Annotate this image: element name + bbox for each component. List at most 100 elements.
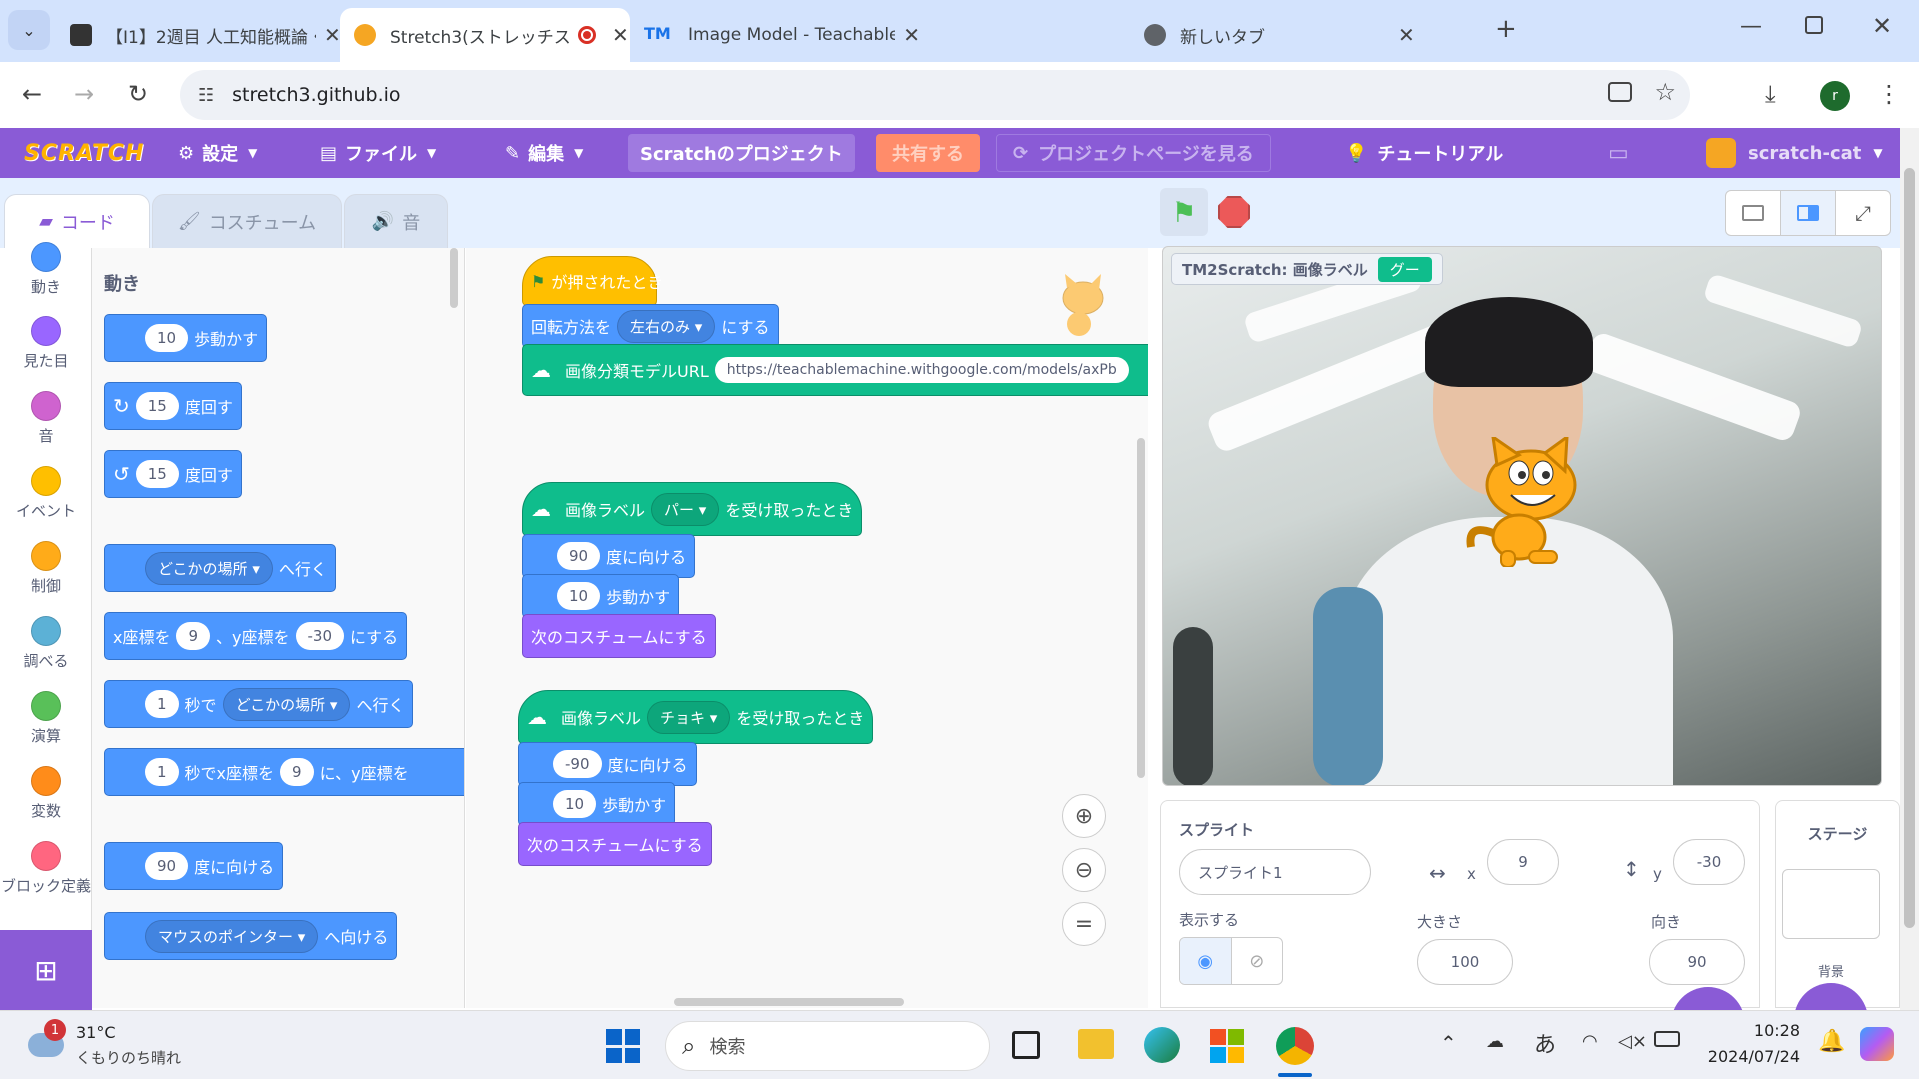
move-steps-block[interactable]: 10 歩動かす (104, 314, 268, 362)
edge-browser-icon[interactable] (1144, 1027, 1180, 1063)
workspace-horizontal-scrollbar[interactable] (674, 998, 904, 1006)
category-variables[interactable]: 変数 (0, 766, 92, 821)
script-workspace[interactable]: ⚑ が押されたとき 回転方法を 左右のみ ▾ にする ☁ 画像分類モデルURL https… (466, 248, 1148, 1008)
turn-right-block[interactable]: ↻ 15 度回す (104, 382, 242, 430)
glide-xy-block[interactable]: 1 秒でx座標を 9 に、y座標を (104, 748, 464, 796)
zoom-reset-icon[interactable]: = (1062, 902, 1106, 946)
clock-time[interactable]: 10:28 (1700, 1021, 1800, 1040)
profile-avatar[interactable]: r (1820, 81, 1850, 111)
file-explorer-icon[interactable] (1078, 1029, 1114, 1059)
point-towards-dropdown[interactable]: マウスのポインター ▾ (145, 919, 319, 953)
next-costume-block[interactable]: 次のコスチュームにする (522, 614, 716, 658)
category-operators[interactable]: 演算 (0, 691, 92, 746)
browser-tab-3[interactable]: TM Image Model - Teachable Mach ✕ (630, 8, 920, 62)
reload-icon[interactable]: ↻ (128, 80, 148, 108)
label-dropdown[interactable]: チョキ ▾ (647, 700, 731, 734)
size-input[interactable]: 100 (1417, 939, 1513, 985)
point-direction-block[interactable]: 90 度に向ける (104, 842, 284, 890)
y-input[interactable]: -30 (295, 622, 345, 650)
workspace-vertical-scrollbar[interactable] (1137, 438, 1145, 778)
site-settings-icon[interactable]: ☷ (198, 85, 214, 106)
stage-canvas[interactable]: TM2Scratch: 画像ラベル グー (1162, 246, 1882, 786)
label-dropdown[interactable]: パー ▾ (651, 492, 720, 526)
stop-sign-icon[interactable] (1218, 196, 1250, 228)
steps-input[interactable]: 10 (553, 790, 597, 818)
x-position-input[interactable]: 9 (1487, 839, 1559, 885)
tab-code[interactable]: ▰ コード (4, 194, 150, 248)
category-sensing[interactable]: 調べる (0, 616, 92, 671)
direction-input[interactable]: 90 (557, 542, 601, 570)
point-direction-block[interactable]: -90 度に向ける (518, 742, 697, 786)
restore-icon[interactable] (1805, 16, 1823, 34)
variable-monitor[interactable]: TM2Scratch: 画像ラベル グー (1171, 253, 1443, 285)
browser-tab-1[interactable]: 【I1】2週目 人工知能概論・機械学 ✕ (56, 8, 341, 62)
glide-dropdown[interactable]: どこかの場所 ▾ (222, 687, 351, 721)
chrome-taskbar-icon[interactable] (1276, 1027, 1314, 1065)
account-menu[interactable]: scratch-cat ▼ (1706, 128, 1883, 178)
browser-tab-4[interactable]: 新しいタブ ✕ (1130, 8, 1470, 62)
tutorials-button[interactable]: 💡 チュートリアル (1345, 128, 1503, 178)
settings-menu[interactable]: ⚙ 設定 ▼ (178, 128, 257, 178)
scratch-logo[interactable]: SCRATCH (24, 128, 144, 178)
project-page-button[interactable]: ⟳ プロジェクトページを見る (996, 134, 1271, 172)
goto-xy-block[interactable]: x座標を 9 、y座標を -30 にする (104, 612, 408, 660)
turn-left-block[interactable]: ↺ 15 度回す (104, 450, 242, 498)
normal-stage-button[interactable] (1781, 191, 1835, 235)
move-steps-block[interactable]: 10 歩動かす (522, 574, 680, 618)
palette-scrollbar[interactable] (450, 248, 458, 308)
direction-input[interactable]: 90 (1649, 939, 1745, 985)
stage-thumbnail[interactable] (1782, 869, 1880, 939)
next-costume-block[interactable]: 次のコスチュームにする (518, 822, 712, 866)
back-arrow-icon[interactable]: ← (22, 80, 42, 108)
steps-input[interactable]: 10 (557, 582, 601, 610)
window-close-icon[interactable]: ✕ (1872, 12, 1892, 40)
copilot-icon[interactable] (1860, 1027, 1894, 1061)
degrees-input[interactable]: 15 (135, 460, 179, 488)
wifi-icon[interactable]: ◠ (1582, 1031, 1598, 1052)
ime-indicator[interactable]: あ (1534, 1027, 1556, 1059)
goto-dropdown[interactable]: どこかの場所 ▾ (145, 551, 273, 585)
rotation-style-dropdown[interactable]: 左右のみ ▾ (617, 309, 716, 343)
tab-close-icon[interactable]: ✕ (1398, 23, 1415, 47)
show-eye-icon[interactable]: ◉ (1180, 938, 1231, 984)
onedrive-cloud-icon[interactable]: ☁ (1486, 1031, 1504, 1052)
goto-block[interactable]: どこかの場所 ▾ へ行く (104, 544, 336, 592)
tab-close-icon[interactable]: ✕ (324, 23, 341, 47)
sprite-name-input[interactable]: スプライト1 (1179, 849, 1371, 895)
notification-bell-icon[interactable]: 🔔 (1818, 1029, 1845, 1054)
category-my-blocks[interactable]: ブロック定義 (0, 841, 92, 896)
image-model-url-block[interactable]: ☁ 画像分類モデルURL https://teachablemachine.with… (522, 344, 1148, 396)
y-position-input[interactable]: -30 (1673, 839, 1745, 885)
forward-arrow-icon[interactable]: → (74, 80, 94, 108)
hide-eye-icon[interactable]: ⊘ (1230, 938, 1283, 984)
scrollbar-thumb[interactable] (1904, 168, 1915, 928)
when-flag-clicked-block[interactable]: ⚑ が押されたとき (522, 256, 663, 306)
edit-menu[interactable]: ✎ 編集 ▼ (505, 128, 583, 178)
address-bar[interactable]: ☷ stretch3.github.io ☆ (180, 70, 1690, 120)
my-stuff-folder-icon[interactable]: ▭ (1608, 128, 1629, 178)
degrees-input[interactable]: 15 (135, 392, 179, 420)
taskbar-search-box[interactable]: ⌕ 検索 (665, 1021, 990, 1071)
direction-input[interactable]: 90 (145, 852, 189, 880)
zoom-out-icon[interactable]: ⊖ (1062, 848, 1106, 892)
task-view-icon[interactable] (1012, 1031, 1040, 1059)
when-label-received-block[interactable]: ☁ 画像ラベル チョキ ▾ を受け取ったとき (518, 690, 874, 744)
download-icon[interactable]: ⤓ (1765, 80, 1776, 108)
category-events[interactable]: イベント (0, 466, 92, 521)
category-sound[interactable]: 音 (0, 391, 92, 446)
model-url-input[interactable]: https://teachablemachine.withgoogle.com/… (714, 357, 1129, 383)
move-steps-block[interactable]: 10 歩動かす (518, 782, 676, 826)
zoom-in-icon[interactable]: ⊕ (1062, 794, 1106, 838)
file-menu[interactable]: ▤ ファイル ▼ (320, 128, 436, 178)
tab-close-icon[interactable]: ✕ (612, 23, 629, 47)
stage-selector[interactable]: ステージ 背景 (1775, 800, 1900, 1023)
small-stage-button[interactable] (1726, 191, 1781, 235)
point-direction-block[interactable]: 90 度に向ける (522, 534, 696, 578)
seconds-input[interactable]: 1 (145, 758, 179, 786)
glide-block[interactable]: 1 秒で どこかの場所 ▾ へ行く (104, 680, 414, 728)
bookmark-star-icon[interactable]: ☆ (1654, 78, 1676, 106)
category-control[interactable]: 制御 (0, 541, 92, 596)
scratch-cat-sprite[interactable] (1463, 433, 1583, 568)
page-scrollbar[interactable] (1900, 128, 1919, 1010)
tab-close-icon[interactable]: ✕ (903, 23, 920, 47)
